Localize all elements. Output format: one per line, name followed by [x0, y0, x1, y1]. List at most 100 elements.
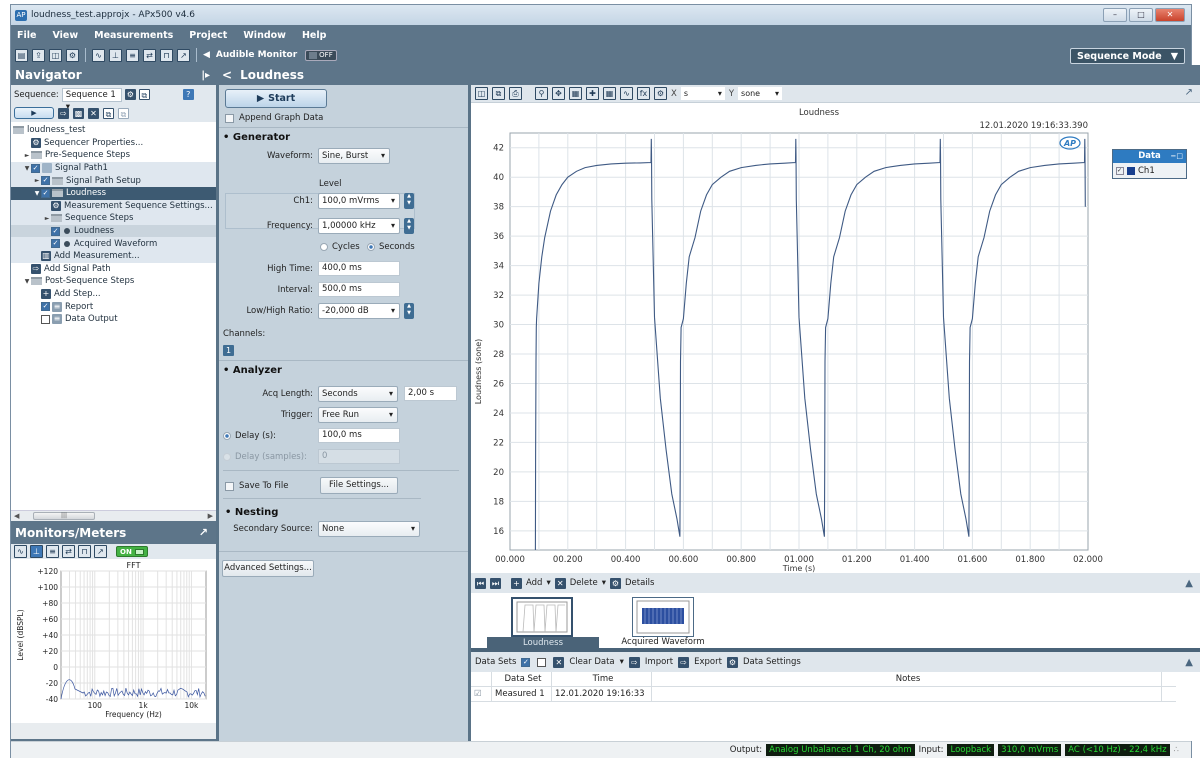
add-button[interactable]: Add	[526, 578, 542, 588]
details-icon[interactable]: ⚙	[609, 577, 621, 589]
pan-icon[interactable]: ✥	[552, 87, 565, 100]
row-checkbox[interactable]: ☑	[471, 687, 492, 701]
delete-icon[interactable]: ✕	[554, 577, 566, 589]
minimize-button[interactable]: –	[1103, 8, 1127, 22]
save-graph-icon[interactable]: ◫	[475, 87, 488, 100]
tree-item[interactable]: ✓ Loudness	[11, 224, 216, 238]
export-icon[interactable]: ⇨	[678, 656, 690, 668]
data-settings-button[interactable]: Data Settings	[743, 657, 801, 667]
start-button[interactable]: ▶ Start	[225, 89, 327, 108]
tree-item[interactable]: ► ✓ Signal Path Setup	[11, 174, 216, 187]
first-icon[interactable]: ⏮	[475, 577, 486, 589]
check-all-checkbox[interactable]: ✓	[521, 657, 531, 667]
append-graph-data-checkbox[interactable]: Append Graph Data	[225, 113, 323, 123]
tree-item[interactable]: ▥ Add Measurement...	[11, 249, 216, 263]
trigger-select[interactable]: Free Run	[318, 407, 398, 423]
expand-right-icon[interactable]: ►	[23, 152, 31, 159]
expand-right-icon[interactable]: ►	[43, 215, 51, 222]
add-monitor-icon[interactable]: ↗	[94, 545, 107, 558]
horizontal-scrollbar[interactable]: ◀ ||| ▶	[11, 510, 216, 521]
tree-item[interactable]: ▼ ✓ Loudness	[11, 186, 216, 200]
delete-icon[interactable]: ✕	[88, 107, 99, 119]
open-folder-icon[interactable]: ⇪	[32, 48, 45, 62]
copy-icon[interactable]: ⧉	[103, 107, 114, 119]
frequency-select[interactable]: 1,00000 kHz	[318, 218, 400, 234]
scroll-left-icon[interactable]: ◀	[14, 512, 19, 520]
seconds-radio[interactable]: Seconds	[367, 242, 415, 252]
back-icon[interactable]: <	[222, 68, 232, 82]
table-view-icon[interactable]: ▦	[603, 87, 616, 100]
function-icon[interactable]: fx	[637, 87, 650, 100]
tree-item[interactable]: ⚙ Sequencer Properties...	[11, 137, 216, 150]
fit-icon[interactable]: ▦	[569, 87, 582, 100]
graph-type-icon[interactable]: ∿	[620, 87, 633, 100]
file-settings-button[interactable]: File Settings...	[320, 477, 398, 494]
scope-icon[interactable]: ∿	[92, 48, 105, 62]
tree-item[interactable]: + Add Step...	[11, 288, 216, 301]
tree-item[interactable]: loudness_test	[11, 124, 216, 137]
tree-item[interactable]: ⇨ Add Signal Path	[11, 263, 216, 276]
tree-item[interactable]: ▼ ✓ Signal Path1	[11, 161, 216, 175]
pin-icon[interactable]: −□	[1171, 150, 1183, 163]
add-measurement-icon[interactable]: ▩	[73, 107, 84, 119]
header-notes[interactable]: Notes	[652, 672, 1162, 686]
legend-item-ch1[interactable]: ✓ Ch1	[1113, 163, 1186, 178]
y-unit-select[interactable]: sone	[738, 87, 783, 100]
uncheck-all-checkbox[interactable]	[537, 657, 547, 667]
nesting-section-header[interactable]: • Nesting	[225, 507, 278, 518]
popout-graph-icon[interactable]: ↗	[1185, 87, 1193, 98]
menu-project[interactable]: Project	[189, 30, 227, 41]
tree-item[interactable]: ▼ Post-Sequence Steps	[11, 275, 216, 288]
next-icon[interactable]: ⏭	[490, 577, 501, 589]
sequence-settings-icon[interactable]: ⚙	[124, 89, 136, 100]
zoom-icon[interactable]: ⚲	[535, 87, 548, 100]
maximize-button[interactable]: □	[1129, 8, 1153, 22]
legend-checkbox[interactable]: ✓	[1116, 166, 1124, 175]
low-high-ratio-spinner[interactable]: ▲ ▼	[404, 303, 414, 319]
graph-settings-icon[interactable]: ⚙	[654, 87, 667, 100]
menu-window[interactable]: Window	[243, 30, 286, 41]
tree-checkbox[interactable]: ✓	[51, 226, 60, 236]
run-sequence-button[interactable]: ▶	[14, 107, 54, 119]
delay-seconds-input[interactable]: 100,0 ms	[318, 428, 400, 443]
acq-length-input[interactable]: 2,00 s	[404, 386, 457, 401]
frequency-spinner[interactable]: ▲ ▼	[404, 218, 414, 234]
add-monitor-icon[interactable]: ↗	[177, 48, 190, 62]
save-icon[interactable]: ◫	[49, 48, 62, 62]
settings-icon[interactable]: ⚙	[66, 48, 79, 62]
fft-monitor-icon[interactable]: ⊥	[30, 545, 43, 558]
waveform-select[interactable]: Sine, Burst	[318, 148, 390, 164]
tree-checkbox[interactable]: ✓	[51, 239, 60, 249]
level-monitor-icon[interactable]: ⇄	[62, 545, 75, 558]
tree-item[interactable]: ► Sequence Steps	[11, 212, 216, 225]
meter-monitor-icon[interactable]: ≡	[46, 545, 59, 558]
dropdown-arrow-icon[interactable]: ▾	[546, 578, 550, 588]
audible-monitor-toggle[interactable]: OFF	[305, 49, 337, 61]
add-icon[interactable]: +	[511, 577, 522, 589]
popout-icon[interactable]: ↗	[199, 526, 208, 539]
tree-item[interactable]: ✓ ≡ Report	[11, 300, 216, 313]
menu-file[interactable]: File	[17, 30, 36, 41]
ch1-level-select[interactable]: 100,0 mVrms	[318, 193, 400, 209]
thumbnail-loudness[interactable]	[511, 597, 573, 637]
output-value[interactable]: Analog Unbalanced 1 Ch, 20 ohm	[766, 744, 915, 756]
expand-down-icon[interactable]: ▼	[23, 165, 31, 172]
low-high-ratio-select[interactable]: -20,000 dB	[318, 303, 400, 319]
generator-section-header[interactable]: • Generator	[223, 132, 290, 143]
tree-checkbox[interactable]: ✓	[41, 302, 50, 312]
resize-grip-icon[interactable]: ∴	[1174, 745, 1179, 755]
thumbnail-label-acquired-waveform[interactable]: Acquired Waveform	[603, 637, 723, 647]
input-bandwidth-value[interactable]: AC (<10 Hz) - 22,4 kHz	[1065, 744, 1170, 756]
pulse-icon[interactable]: ⊓	[160, 48, 173, 62]
expand-down-icon[interactable]: ▼	[23, 278, 31, 285]
table-row[interactable]: ☑ Measured 1 12.01.2020 19:16:33	[471, 687, 1176, 702]
delete-button[interactable]: Delete	[570, 578, 598, 588]
tree-checkbox[interactable]: ✓	[41, 176, 50, 186]
import-button[interactable]: Import	[645, 657, 673, 667]
tree-item[interactable]: ✓ Acquired Waveform	[11, 237, 216, 250]
scope-monitor-icon[interactable]: ∿	[14, 545, 27, 558]
data-settings-icon[interactable]: ⚙	[726, 656, 738, 668]
expand-down-icon[interactable]: ▼	[33, 190, 41, 197]
input-value[interactable]: Loopback	[947, 744, 995, 756]
tree-checkbox[interactable]: ✓	[31, 163, 40, 173]
